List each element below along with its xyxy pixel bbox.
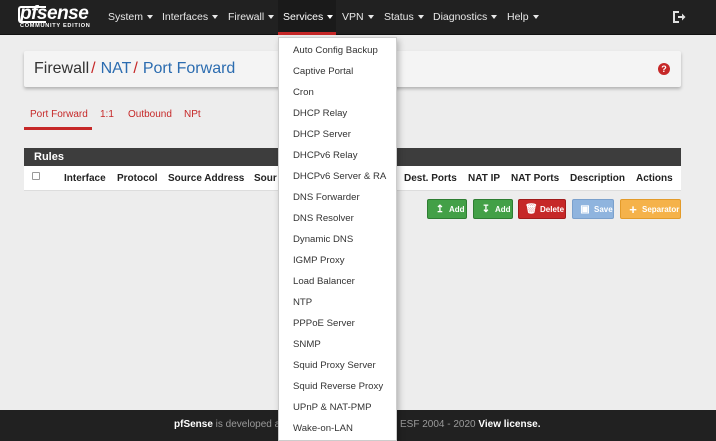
nav-interfaces[interactable]: Interfaces bbox=[162, 0, 219, 35]
col-source-address[interactable]: Source Address bbox=[168, 173, 244, 184]
nav-help-label: Help bbox=[507, 11, 529, 23]
add-top-button[interactable]: ↥ Add bbox=[427, 199, 467, 219]
active-tab-indicator bbox=[24, 127, 92, 130]
nav-vpn-label: VPN bbox=[342, 11, 364, 23]
nav-system-label: System bbox=[108, 11, 144, 23]
menu-item-dns-forwarder[interactable]: DNS Forwarder bbox=[293, 192, 360, 203]
breadcrumb-separator: / bbox=[91, 60, 96, 77]
menu-item-auto-config-backup[interactable]: Auto Config Backup bbox=[293, 45, 378, 56]
footer-credit: pfSense is developed an bbox=[174, 419, 286, 430]
menu-item-squid-reverse-proxy[interactable]: Squid Reverse Proxy bbox=[293, 381, 383, 392]
col-source-ports[interactable]: Sour bbox=[254, 173, 277, 184]
menu-item-dns-resolver[interactable]: DNS Resolver bbox=[293, 213, 354, 224]
nav-firewall-label: Firewall bbox=[228, 11, 265, 23]
caret-down-icon bbox=[532, 15, 539, 20]
col-dest-ports[interactable]: Dest. Ports bbox=[404, 173, 457, 184]
nav-firewall[interactable]: Firewall bbox=[228, 0, 275, 35]
help-icon[interactable]: ? bbox=[658, 63, 670, 75]
add-bottom-button[interactable]: ↧ Add bbox=[473, 199, 513, 219]
logo-text: pfsense bbox=[20, 3, 89, 24]
caret-down-icon bbox=[367, 15, 374, 20]
footer-text: is developed an bbox=[212, 419, 286, 430]
col-protocol[interactable]: Protocol bbox=[117, 173, 158, 184]
add-bottom-label: Add bbox=[495, 205, 511, 214]
tab-one-to-one[interactable]: 1:1 bbox=[100, 109, 114, 120]
col-nat-ip[interactable]: NAT IP bbox=[468, 173, 500, 184]
top-navbar: pfsense COMMUNITY EDITION System Interfa… bbox=[0, 0, 716, 35]
col-description[interactable]: Description bbox=[570, 173, 625, 184]
nav-help[interactable]: Help bbox=[507, 0, 539, 35]
tab-npt[interactable]: NPt bbox=[184, 109, 201, 120]
col-actions: Actions bbox=[636, 173, 673, 184]
menu-item-igmp-proxy[interactable]: IGMP Proxy bbox=[293, 255, 345, 266]
separator-button[interactable]: + Separator bbox=[620, 199, 681, 219]
menu-item-squid-proxy-server[interactable]: Squid Proxy Server bbox=[293, 360, 376, 371]
logo-subtitle: COMMUNITY EDITION bbox=[20, 23, 91, 29]
menu-item-cron[interactable]: Cron bbox=[293, 87, 314, 98]
menu-item-snmp[interactable]: SNMP bbox=[293, 339, 321, 350]
caret-down-icon bbox=[212, 15, 219, 20]
plus-icon: + bbox=[629, 202, 637, 217]
delete-button[interactable]: 🗑 Delete bbox=[518, 199, 566, 219]
menu-item-dhcpv6-relay[interactable]: DHCPv6 Relay bbox=[293, 150, 358, 161]
footer-copyright: ESF 2004 - 2020 View license. bbox=[400, 419, 540, 430]
nav-system[interactable]: System bbox=[108, 0, 154, 35]
breadcrumb-firewall: Firewall bbox=[34, 60, 90, 77]
caret-down-icon bbox=[417, 15, 424, 20]
menu-item-captive-portal[interactable]: Captive Portal bbox=[293, 66, 353, 77]
select-all-checkbox[interactable] bbox=[32, 172, 40, 180]
tab-port-forward[interactable]: Port Forward bbox=[30, 109, 88, 120]
footer-years: ESF 2004 - 2020 bbox=[400, 419, 476, 430]
nav-services[interactable]: Services bbox=[278, 0, 336, 35]
arrow-down-icon: ↧ bbox=[481, 204, 491, 215]
save-icon: ▣ bbox=[580, 204, 590, 215]
save-label: Save bbox=[594, 205, 613, 214]
caret-down-icon bbox=[491, 15, 498, 20]
trash-icon: 🗑 bbox=[525, 204, 538, 215]
nav-interfaces-label: Interfaces bbox=[162, 11, 209, 23]
col-interface[interactable]: Interface bbox=[64, 173, 106, 184]
caret-down-icon bbox=[268, 15, 275, 20]
save-button[interactable]: ▣ Save bbox=[572, 199, 614, 219]
menu-item-ntp[interactable]: NTP bbox=[293, 297, 312, 308]
services-dropdown-menu: Auto Config Backup Captive Portal Cron D… bbox=[278, 37, 397, 441]
nav-status[interactable]: Status bbox=[384, 0, 424, 35]
logout-icon[interactable] bbox=[672, 10, 686, 24]
caret-down-icon bbox=[327, 15, 334, 20]
tab-outbound[interactable]: Outbound bbox=[128, 109, 172, 120]
col-nat-ports[interactable]: NAT Ports bbox=[511, 173, 559, 184]
menu-item-dhcpv6-server-ra[interactable]: DHCPv6 Server & RA bbox=[293, 171, 386, 182]
menu-item-dynamic-dns[interactable]: Dynamic DNS bbox=[293, 234, 353, 245]
nav-status-label: Status bbox=[384, 11, 414, 23]
breadcrumb-port-forward[interactable]: Port Forward bbox=[143, 60, 235, 77]
nav-diagnostics-label: Diagnostics bbox=[433, 11, 488, 23]
view-license-link[interactable]: View license. bbox=[478, 419, 540, 430]
separator-label: Separator bbox=[642, 205, 680, 214]
nav-services-label: Services bbox=[283, 11, 324, 23]
menu-item-dhcp-server[interactable]: DHCP Server bbox=[293, 129, 351, 140]
menu-item-wake-on-lan[interactable]: Wake-on-LAN bbox=[293, 423, 353, 434]
breadcrumb-nat[interactable]: NAT bbox=[101, 60, 132, 77]
breadcrumb: Firewall / NAT / Port Forward bbox=[34, 60, 235, 78]
menu-item-pppoe-server[interactable]: PPPoE Server bbox=[293, 318, 355, 329]
menu-item-upnp-nat-pmp[interactable]: UPnP & NAT-PMP bbox=[293, 402, 372, 413]
nav-diagnostics[interactable]: Diagnostics bbox=[433, 0, 498, 35]
pfsense-logo[interactable]: pfsense COMMUNITY EDITION bbox=[18, 3, 98, 31]
breadcrumb-separator: / bbox=[133, 60, 138, 77]
delete-label: Delete bbox=[540, 205, 565, 214]
caret-down-icon bbox=[147, 15, 154, 20]
menu-item-dhcp-relay[interactable]: DHCP Relay bbox=[293, 108, 347, 119]
add-top-label: Add bbox=[449, 205, 465, 214]
nav-vpn[interactable]: VPN bbox=[342, 0, 374, 35]
arrow-up-icon: ↥ bbox=[435, 204, 445, 215]
menu-item-load-balancer[interactable]: Load Balancer bbox=[293, 276, 355, 287]
footer-brand[interactable]: pfSense bbox=[174, 419, 213, 430]
